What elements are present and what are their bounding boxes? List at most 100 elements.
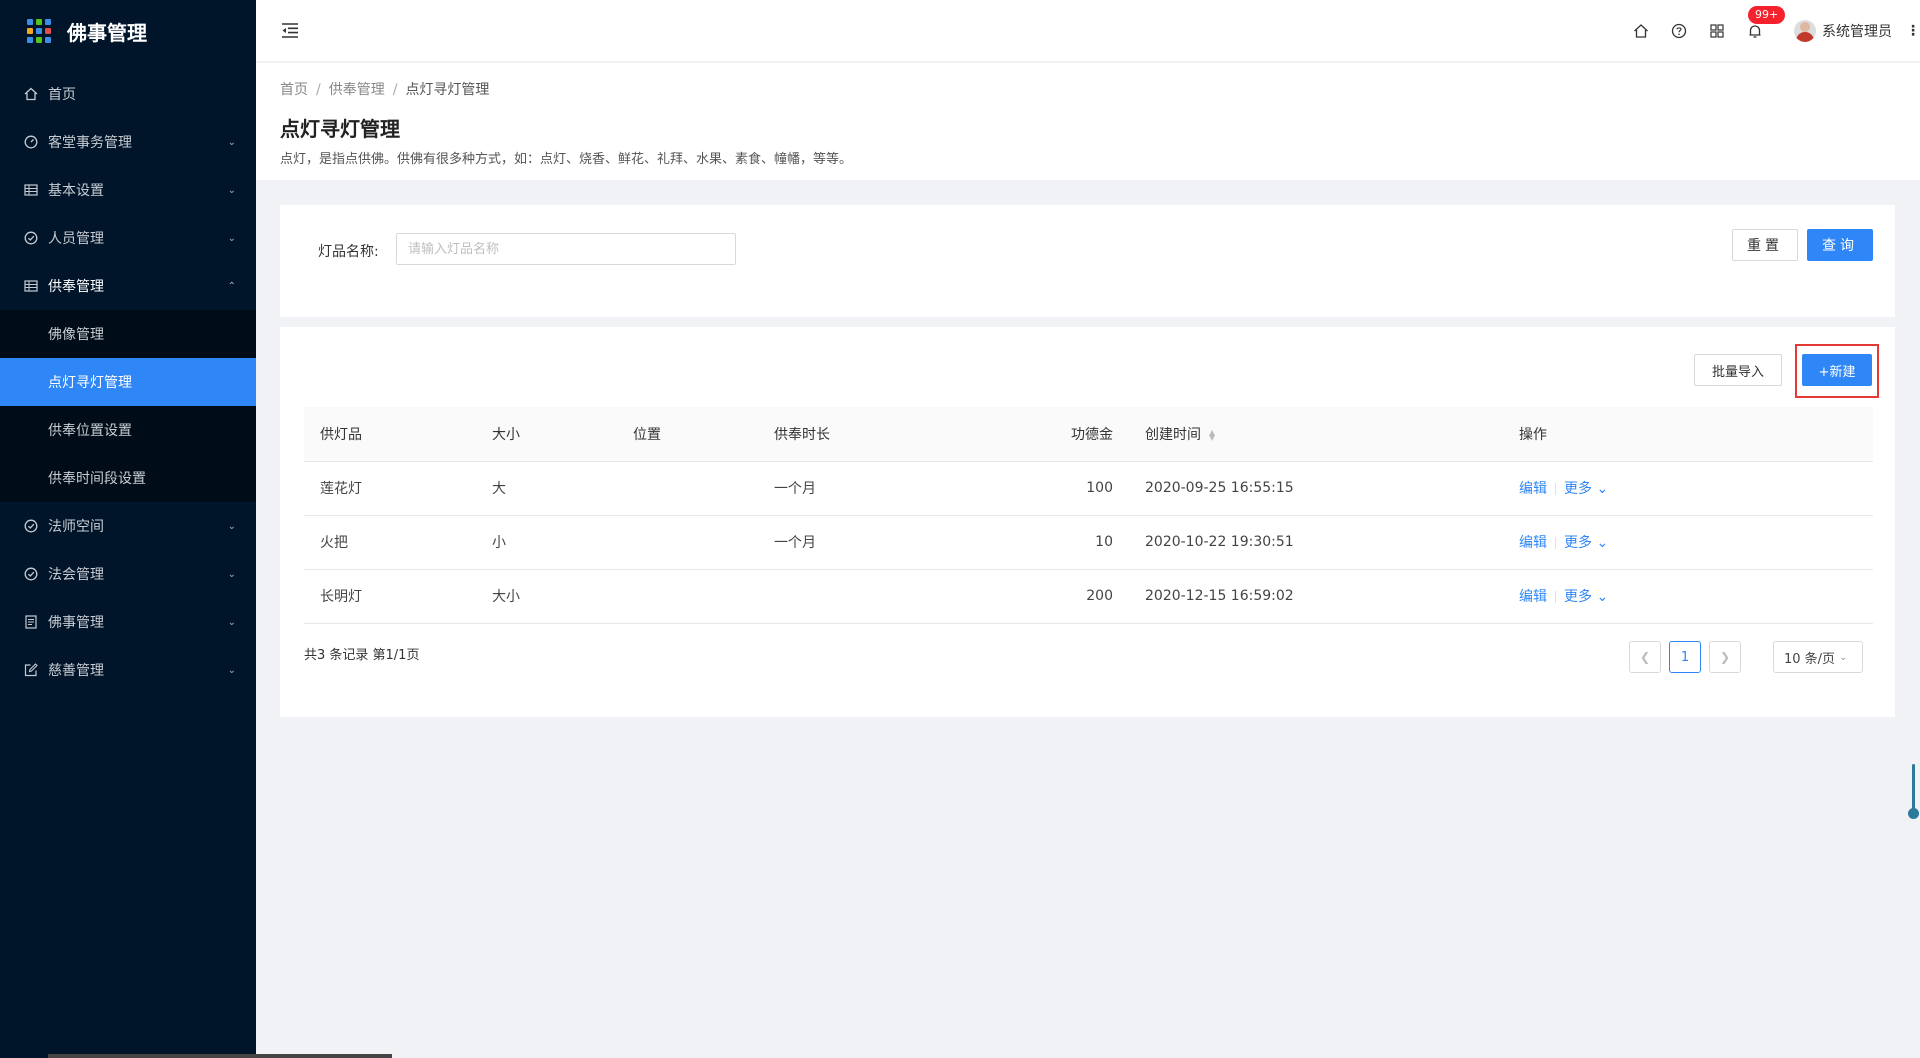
sidebar-subitem-offering-positions[interactable]: 供奉位置设置 [0, 406, 256, 454]
sidebar-item-personnel[interactable]: 人员管理 ⌄ [0, 214, 256, 262]
sidebar-submenu-offerings: 佛像管理 点灯寻灯管理 供奉位置设置 供奉时间段设置 [0, 310, 256, 502]
lamp-table: 供灯品 大小 位置 供奉时长 功德金 创建时间 ▲ ▼ 操作 莲花灯 大 一个月 1… [304, 407, 1873, 624]
scroll-handle[interactable] [1908, 764, 1920, 820]
cell-amount: 10 [899, 515, 1129, 570]
pagination-summary: 共3 条记录 第1/1页 [304, 648, 420, 663]
sidebar-subitem-label: 佛像管理 [48, 327, 104, 343]
sidebar-item-label: 首页 [48, 87, 76, 103]
reset-button[interactable]: 重置 [1732, 229, 1798, 261]
search-panel: 灯品名称: 重置 查询 [280, 205, 1895, 317]
chevron-down-icon: ⌄ [227, 232, 236, 244]
page-size-value: 10 条/页 [1784, 651, 1836, 667]
breadcrumb: 首页 / 供奉管理 / 点灯寻灯管理 [280, 82, 490, 98]
sidebar-item-label: 客堂事务管理 [48, 135, 132, 151]
sidebar-item-label: 慈善管理 [48, 663, 104, 679]
sidebar-menu: 首页 客堂事务管理 ⌄ 基本设置 ⌄ 人员管理 ⌄ 供奉管理 ⌃ 佛像管理 点灯… [0, 70, 256, 694]
home-icon [24, 87, 38, 101]
cell-actions: 编辑 更多 ⌄ [1503, 569, 1873, 624]
sidebar-item-charity[interactable]: 慈善管理 ⌄ [0, 646, 256, 694]
next-page-button[interactable]: ❯ [1709, 641, 1741, 673]
username[interactable]: 系统管理员 [1822, 21, 1892, 41]
sidebar-subitem-lamp-management[interactable]: 点灯寻灯管理 [0, 358, 256, 406]
table-icon [24, 279, 38, 293]
edit-link[interactable]: 编辑 [1519, 589, 1547, 605]
cell-name: 莲花灯 [304, 461, 476, 516]
breadcrumb-parent[interactable]: 供奉管理 [329, 82, 385, 98]
page-size-select[interactable]: 10 条/页 ⌄ [1773, 641, 1863, 673]
cell-duration: 一个月 [758, 461, 899, 516]
more-link-label: 更多 [1564, 589, 1592, 605]
sidebar-item-label: 供奉管理 [48, 279, 104, 295]
check-circle-icon [24, 567, 38, 581]
header-actions: 99+ 系统管理员 ⋮ [1614, 0, 1920, 62]
column-header-created[interactable]: 创建时间 ▲ ▼ [1129, 407, 1503, 462]
home-icon[interactable] [1630, 20, 1652, 42]
apps-grid-icon [27, 19, 51, 43]
chevron-down-icon: ⌄ [1596, 589, 1609, 605]
sidebar-subitem-label: 点灯寻灯管理 [48, 375, 132, 391]
chevron-right-icon: ❯ [1719, 650, 1731, 664]
batch-import-button[interactable]: 批量导入 [1694, 354, 1782, 386]
edit-icon [24, 663, 38, 677]
cell-created: 2020-12-15 16:59:02 [1129, 569, 1503, 624]
cell-amount: 200 [899, 569, 1129, 624]
help-icon[interactable] [1668, 20, 1690, 42]
column-header-size: 大小 [476, 407, 617, 462]
logo[interactable]: 佛事管理 [0, 0, 256, 62]
column-header-created-label: 创建时间 [1145, 426, 1201, 443]
check-circle-icon [24, 231, 38, 245]
prev-page-button[interactable]: ❮ [1629, 641, 1661, 673]
chevron-up-icon: ⌃ [227, 280, 236, 292]
sidebar-item-buddhist-affairs[interactable]: 佛事管理 ⌄ [0, 598, 256, 646]
sidebar-subitem-label: 供奉位置设置 [48, 423, 132, 439]
more-dropdown[interactable]: 更多 ⌄ [1564, 481, 1608, 497]
apps-icon[interactable] [1706, 20, 1728, 42]
menu-fold-icon[interactable] [280, 20, 300, 40]
chevron-down-icon: ⌄ [227, 568, 236, 580]
notification-bell-icon[interactable]: 99+ [1744, 6, 1786, 42]
sidebar-item-label: 法师空间 [48, 519, 104, 535]
cell-size: 小 [476, 515, 617, 570]
chevron-down-icon: ⌄ [227, 520, 236, 532]
chevron-left-icon: ❮ [1639, 650, 1651, 664]
breadcrumb-home[interactable]: 首页 [280, 82, 308, 98]
avatar[interactable] [1794, 20, 1816, 42]
more-vertical-icon[interactable]: ⋮ [1906, 23, 1920, 39]
new-button[interactable]: +新建 [1802, 354, 1872, 386]
edit-link[interactable]: 编辑 [1519, 535, 1547, 551]
page-description: 点灯，是指点供佛。供佛有很多种方式，如：点灯、烧香、鲜花、礼拜、水果、素食、幢幡… [280, 152, 853, 167]
page-number-button[interactable]: 1 [1669, 641, 1701, 673]
sidebar-item-master-space[interactable]: 法师空间 ⌄ [0, 502, 256, 550]
file-icon [24, 615, 38, 629]
pagination: ❮ 1 ❯ 10 条/页 ⌄ [1621, 641, 1863, 673]
sidebar-item-reception[interactable]: 客堂事务管理 ⌄ [0, 118, 256, 166]
breadcrumb-current: 点灯寻灯管理 [405, 82, 490, 98]
column-header-duration: 供奉时长 [758, 407, 899, 462]
table-row: 莲花灯 大 一个月 100 2020-09-25 16:55:15 编辑 更多 ⌄ [304, 461, 1873, 516]
edit-link[interactable]: 编辑 [1519, 481, 1547, 497]
lamp-name-label: 灯品名称: [318, 244, 379, 260]
top-header: 99+ 系统管理员 ⋮ [256, 0, 1920, 62]
sidebar-item-dharma-assembly[interactable]: 法会管理 ⌄ [0, 550, 256, 598]
cell-actions: 编辑 更多 ⌄ [1503, 461, 1873, 516]
sidebar-item-label: 佛事管理 [48, 615, 104, 631]
cell-size: 大 [476, 461, 617, 516]
sort-icon[interactable]: ▲ ▼ [1209, 428, 1215, 441]
sidebar-item-home[interactable]: 首页 [0, 70, 256, 118]
sidebar-subitem-buddha-statues[interactable]: 佛像管理 [0, 310, 256, 358]
bottom-scrollbar[interactable] [48, 1054, 392, 1058]
cell-name: 长明灯 [304, 569, 476, 624]
more-dropdown[interactable]: 更多 ⌄ [1564, 535, 1608, 551]
lamp-name-input[interactable] [396, 233, 736, 265]
cell-size: 大小 [476, 569, 617, 624]
sidebar-item-offerings[interactable]: 供奉管理 ⌃ [0, 262, 256, 310]
column-header-actions: 操作 [1503, 407, 1873, 462]
table-panel: 批量导入 +新建 供灯品 大小 位置 供奉时长 功德金 创建时间 ▲ ▼ 操作 莲花… [280, 327, 1895, 717]
query-button[interactable]: 查询 [1807, 229, 1873, 261]
sidebar-subitem-offering-periods[interactable]: 供奉时间段设置 [0, 454, 256, 502]
more-link-label: 更多 [1564, 481, 1592, 497]
more-dropdown[interactable]: 更多 ⌄ [1564, 589, 1608, 605]
sidebar-item-basic-settings[interactable]: 基本设置 ⌄ [0, 166, 256, 214]
app-title: 佛事管理 [67, 20, 147, 45]
sidebar-item-label: 人员管理 [48, 231, 104, 247]
